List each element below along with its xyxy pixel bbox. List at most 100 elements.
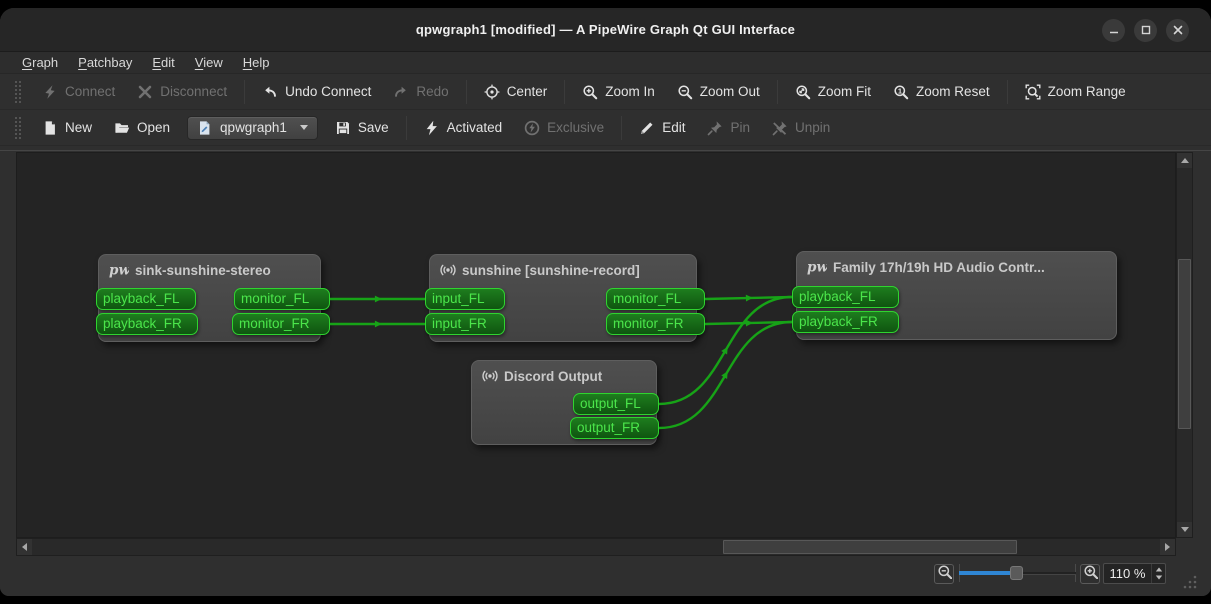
zoom-in-button[interactable]: Zoom In bbox=[571, 80, 666, 104]
wire-arrow bbox=[721, 369, 730, 378]
wire-arrow bbox=[746, 294, 753, 301]
zoom-range-button[interactable]: Zoom Range bbox=[1014, 80, 1137, 104]
menu-help[interactable]: Help bbox=[233, 53, 280, 72]
port-discord-output-output_FL[interactable]: output_FL bbox=[573, 393, 659, 415]
port-sunshine-monitor_FL[interactable]: monitor_FL bbox=[606, 288, 705, 310]
vertical-scrollbar[interactable] bbox=[1176, 152, 1193, 538]
node-title: pw Family 17h/19h HD Audio Contr... bbox=[807, 259, 1045, 275]
maximize-button[interactable] bbox=[1134, 19, 1157, 42]
zoom-out-button[interactable]: Zoom Out bbox=[666, 80, 771, 104]
new-button[interactable]: New bbox=[31, 116, 103, 140]
zoom-in-icon bbox=[1083, 564, 1098, 584]
zoom-reset-button[interactable]: 1Zoom Reset bbox=[882, 80, 1001, 104]
zoom-fit-button[interactable]: Zoom Fit bbox=[784, 80, 882, 104]
port-sink-sunshine-stereo-monitor_FL[interactable]: monitor_FL bbox=[234, 288, 330, 310]
window-title: qpwgraph1 [modified] — A PipeWire Graph … bbox=[416, 22, 795, 37]
toolbar-drag-handle[interactable] bbox=[14, 116, 21, 140]
port-sunshine-monitor_FR[interactable]: monitor_FR bbox=[606, 313, 705, 335]
toolbar-label: Zoom Range bbox=[1048, 84, 1126, 99]
new-icon bbox=[42, 120, 58, 136]
svg-text:pw: pw bbox=[109, 263, 129, 279]
menu-graph[interactable]: Graph bbox=[12, 53, 68, 72]
scroll-up-button[interactable] bbox=[1177, 153, 1192, 168]
spin-arrows bbox=[1151, 564, 1165, 583]
node-title: Discord Output bbox=[482, 368, 602, 384]
toolbar-label: Zoom In bbox=[605, 84, 655, 99]
redo-icon bbox=[393, 84, 409, 100]
toolbar-label: Pin bbox=[730, 120, 750, 135]
titlebar[interactable]: qpwgraph1 [modified] — A PipeWire Graph … bbox=[0, 8, 1211, 52]
disconnect-button[interactable]: Disconnect bbox=[126, 80, 238, 104]
port-sunshine-input_FL[interactable]: input_FL bbox=[425, 288, 505, 310]
activated-button[interactable]: Activated bbox=[413, 116, 514, 140]
patchbay-select[interactable]: qpwgraph1 bbox=[187, 116, 318, 140]
toolbar-label: Open bbox=[137, 120, 170, 135]
menubar: GraphPatchbayEditViewHelp bbox=[0, 52, 1211, 74]
minimize-button[interactable] bbox=[1102, 19, 1125, 42]
port-sink-sunshine-stereo-playback_FL[interactable]: playback_FL bbox=[96, 288, 196, 310]
node-title: pwsink-sunshine-stereo bbox=[109, 262, 271, 278]
edit-button[interactable]: Edit bbox=[628, 116, 696, 140]
svg-text:pw: pw bbox=[807, 260, 827, 276]
exclusive-button[interactable]: Exclusive bbox=[513, 116, 615, 140]
toolbar-separator bbox=[777, 80, 778, 104]
pin-button[interactable]: Pin bbox=[696, 116, 761, 140]
menu-patchbay[interactable]: Patchbay bbox=[68, 53, 142, 72]
zoom-out-small-button[interactable] bbox=[934, 564, 954, 584]
center-button[interactable]: Center bbox=[473, 80, 559, 104]
wire-arrow bbox=[746, 319, 753, 326]
scroll-right-button[interactable] bbox=[1160, 539, 1175, 555]
horizontal-scrollbar[interactable] bbox=[16, 538, 1176, 556]
undo-connect-button[interactable]: Undo Connect bbox=[251, 80, 382, 104]
zoom-spinbox[interactable]: 110 % bbox=[1103, 563, 1166, 584]
slider-handle[interactable] bbox=[1010, 566, 1023, 580]
wires-layer bbox=[17, 153, 1176, 538]
toolbar-file: New Open qpwgraph1Save ActivatedExclusive Ed… bbox=[0, 110, 1211, 146]
zoom-slider[interactable] bbox=[959, 564, 1076, 582]
zoom-out-icon bbox=[937, 564, 952, 584]
port-sunshine-input_FR[interactable]: input_FR bbox=[425, 313, 505, 335]
toolbar-main: ConnectDisconnect Undo Connect Redo Center Z… bbox=[0, 74, 1211, 110]
save-button[interactable]: Save bbox=[324, 116, 400, 140]
open-icon bbox=[114, 120, 130, 136]
graph-canvas[interactable]: pwsink-sunshine-stereoplayback_FLplaybac… bbox=[16, 152, 1176, 538]
port-sink-sunshine-stereo-monitor_FR[interactable]: monitor_FR bbox=[232, 313, 330, 335]
scroll-down-button[interactable] bbox=[1177, 522, 1192, 537]
toolbar-label: Zoom Fit bbox=[818, 84, 871, 99]
toolbar-separator bbox=[244, 80, 245, 104]
node-title-text: Family 17h/19h HD Audio Contr... bbox=[833, 260, 1045, 275]
toolbar-label: Zoom Out bbox=[700, 84, 760, 99]
wire-sunshine.monitor_FL-to-family-audio.playback_FL[interactable] bbox=[705, 297, 792, 299]
port-discord-output-output_FR[interactable]: output_FR bbox=[570, 417, 659, 439]
scroll-left-button[interactable] bbox=[17, 539, 32, 555]
window-controls bbox=[1102, 8, 1189, 52]
wire-sunshine.monitor_FR-to-family-audio.playback_FR[interactable] bbox=[705, 322, 792, 324]
port-sink-sunshine-stereo-playback_FR[interactable]: playback_FR bbox=[96, 313, 198, 335]
maximize-icon bbox=[1140, 24, 1152, 36]
vertical-scroll-thumb[interactable] bbox=[1178, 259, 1191, 429]
zoom-in-small-button[interactable] bbox=[1080, 564, 1100, 584]
slider-fill bbox=[959, 571, 1016, 575]
connect-button[interactable]: Connect bbox=[31, 80, 126, 104]
toolbar-drag-handle[interactable] bbox=[14, 80, 21, 104]
horizontal-scroll-thumb[interactable] bbox=[723, 540, 1017, 554]
zoom-out-icon bbox=[677, 84, 693, 100]
unpin-icon bbox=[772, 120, 788, 136]
spin-down-button[interactable] bbox=[1155, 576, 1161, 580]
port-family-audio-playback_FL[interactable]: playback_FL bbox=[792, 286, 899, 308]
toolbar-separator bbox=[1007, 80, 1008, 104]
close-button[interactable] bbox=[1166, 19, 1189, 42]
menu-view[interactable]: View bbox=[185, 53, 233, 72]
open-button[interactable]: Open bbox=[103, 116, 181, 140]
unpin-button[interactable]: Unpin bbox=[761, 116, 841, 140]
redo-button[interactable]: Redo bbox=[382, 80, 459, 104]
zoom-percent-value: 110 % bbox=[1104, 566, 1151, 581]
close-icon bbox=[1172, 24, 1184, 36]
wire-arrow bbox=[721, 345, 730, 354]
port-family-audio-playback_FR[interactable]: playback_FR bbox=[792, 311, 899, 333]
resize-grip[interactable] bbox=[1182, 574, 1198, 590]
toolbar-label: Redo bbox=[416, 84, 448, 99]
stream-icon bbox=[440, 262, 456, 278]
menu-edit[interactable]: Edit bbox=[142, 53, 184, 72]
spin-up-button[interactable] bbox=[1155, 568, 1161, 572]
